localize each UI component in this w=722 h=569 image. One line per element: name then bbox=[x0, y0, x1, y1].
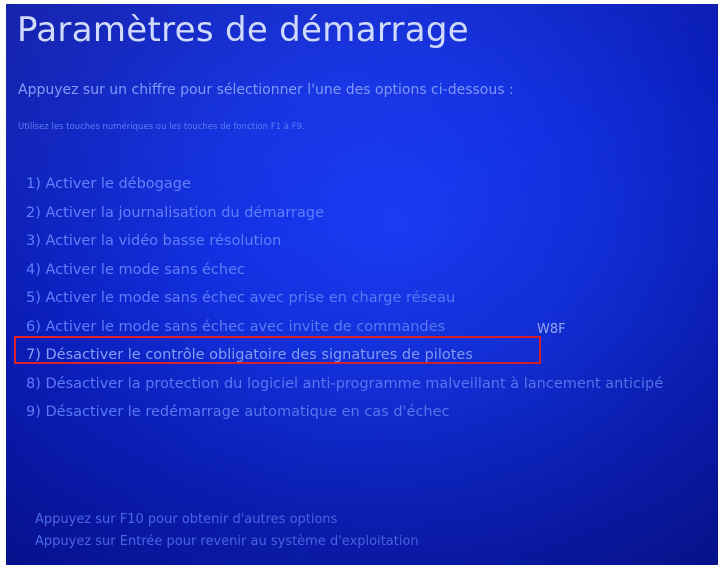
startup-options-list: 1) Activer le débogage 2) Activer la jou… bbox=[26, 170, 718, 427]
option-enable-debugging[interactable]: 1) Activer le débogage bbox=[26, 170, 718, 199]
instruction-text: Appuyez sur un chiffre pour sélectionner… bbox=[18, 82, 514, 98]
boot-screen: Paramètres de démarrage Appuyez sur un c… bbox=[6, 4, 718, 565]
option-enable-boot-logging[interactable]: 2) Activer la journalisation du démarrag… bbox=[26, 199, 718, 228]
option-disable-early-launch-antimalware[interactable]: 8) Désactiver la protection du logiciel … bbox=[26, 370, 718, 399]
keys-hint: Utilisez les touches numériques ou les t… bbox=[18, 122, 305, 132]
page-title: Paramètres de démarrage bbox=[17, 10, 470, 50]
return-to-os-hint[interactable]: Appuyez sur Entrée pour revenir au systè… bbox=[35, 531, 419, 553]
more-options-hint[interactable]: Appuyez sur F10 pour obtenir d'autres op… bbox=[35, 509, 419, 531]
footer: Appuyez sur F10 pour obtenir d'autres op… bbox=[35, 509, 419, 553]
option-enable-low-resolution-video[interactable]: 3) Activer la vidéo basse résolution bbox=[26, 227, 718, 256]
option-safe-mode-networking[interactable]: 5) Activer le mode sans échec avec prise… bbox=[26, 284, 718, 313]
watermark-label: W8F bbox=[537, 322, 566, 337]
option-enable-safe-mode[interactable]: 4) Activer le mode sans échec bbox=[26, 256, 718, 285]
option-disable-automatic-restart[interactable]: 9) Désactiver le redémarrage automatique… bbox=[26, 398, 718, 427]
highlight-box bbox=[14, 336, 541, 364]
